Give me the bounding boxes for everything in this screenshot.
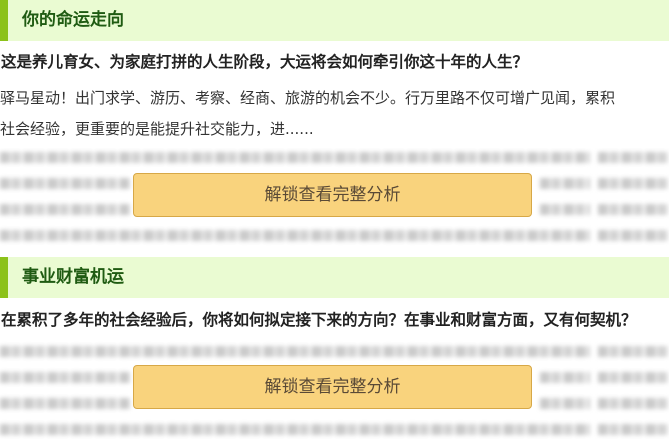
section-question: 这是养儿育女、为家庭打拼的人生阶段，大运将会如何牵引你这十年的人生？ xyxy=(1,53,529,71)
section-title: 你的命运走向 xyxy=(22,10,124,30)
page: 你的命运走向 这是养儿育女、为家庭打拼的人生阶段，大运将会如何牵引你这十年的人生… xyxy=(0,0,669,439)
section-header-career-wealth: 事业财富机运 xyxy=(0,257,669,298)
section-question: 在累积了多年的社会经验后，你将如何拟定接下来的方向？在事业和财富方面，又有何契机… xyxy=(1,311,637,329)
section-title: 事业财富机运 xyxy=(22,267,124,287)
body-text-line-2: 社会经验，更重要的是能提升社交能力，进...... xyxy=(0,120,314,138)
unlock-full-analysis-button[interactable]: 解锁查看完整分析 xyxy=(133,365,532,409)
body-text-line-1: 驿马星动！出门求学、游历、考察、经商、旅游的机会不少。行万里路不仅可增广见闻，累… xyxy=(0,89,616,107)
section-header-fate: 你的命运走向 xyxy=(0,0,669,41)
unlock-full-analysis-button[interactable]: 解锁查看完整分析 xyxy=(133,173,532,217)
